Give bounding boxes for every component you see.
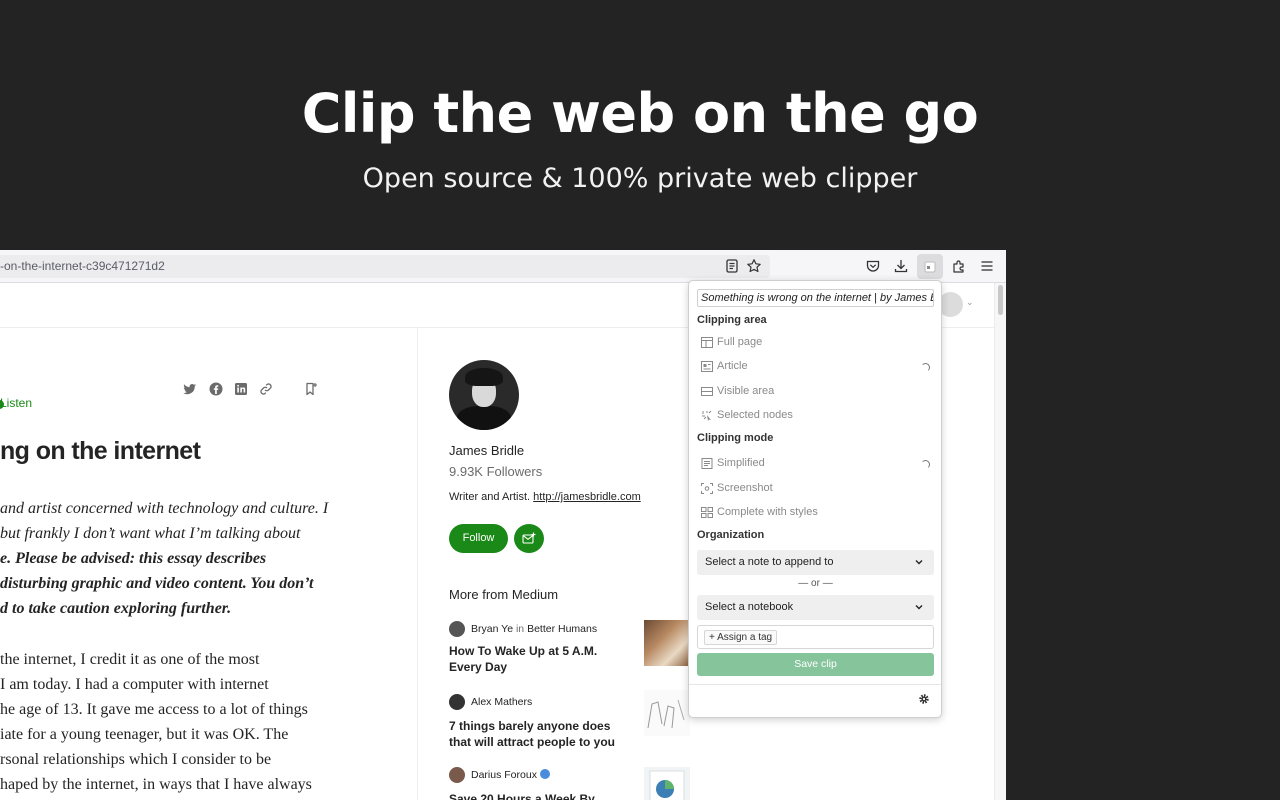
hero-subtitle: Open source & 100% private web clipper: [362, 163, 918, 194]
column-divider: [417, 328, 418, 800]
intro-line: and artist concerned with technology and…: [0, 500, 329, 517]
rec-author: Darius Foroux: [471, 769, 550, 781]
option-complete-with-styles[interactable]: Complete with styles: [701, 504, 931, 522]
full-page-icon: [701, 337, 713, 348]
complete-styles-icon: [701, 507, 713, 518]
verified-badge-icon: [539, 769, 550, 779]
option-selected-nodes[interactable]: Selected nodes: [701, 407, 931, 425]
option-visible-area[interactable]: Visible area: [701, 383, 931, 401]
link-icon[interactable]: [258, 381, 274, 397]
scrollbar-thumb[interactable]: [998, 285, 1003, 315]
pocket-icon[interactable]: [865, 258, 881, 274]
body-line: haped by the internet, in ways that I ha…: [0, 776, 312, 793]
loading-spinner-icon: [921, 363, 930, 372]
hero-title: Clip the web on the go: [301, 82, 979, 145]
reader-view-icon[interactable]: [724, 258, 740, 274]
notebook-select[interactable]: Select a notebook: [697, 595, 934, 620]
follower-count[interactable]: 9.93K Followers: [449, 464, 542, 479]
linkedin-icon[interactable]: [233, 381, 249, 397]
intro-line: but frankly I don’t want what I’m talkin…: [0, 525, 301, 542]
body-line: the internet, I credit it as one of the …: [0, 651, 260, 668]
rec-thumbnail[interactable]: [644, 690, 690, 736]
append-note-select[interactable]: Select a note to append to: [697, 550, 934, 575]
screenshot-icon: [701, 483, 713, 494]
menu-icon[interactable]: [979, 258, 995, 274]
option-full-page[interactable]: Full page: [701, 334, 931, 352]
visible-area-icon: [701, 386, 713, 397]
tag-input[interactable]: + Assign a tag: [697, 625, 934, 649]
rec-thumbnail[interactable]: [644, 620, 690, 666]
or-separator: — or —: [798, 578, 833, 589]
body-line: I am today. I had a computer with intern…: [0, 676, 269, 693]
chevron-down-icon: [914, 602, 924, 612]
rec-title[interactable]: 7 things barely anyone does that will at…: [449, 718, 627, 750]
author-avatar: [449, 694, 465, 710]
page-scrollbar[interactable]: [994, 283, 1006, 800]
rec-thumbnail[interactable]: [644, 767, 690, 800]
body-line: he age of 13. It gave me access to a lot…: [0, 701, 308, 718]
loading-spinner-icon: [921, 460, 930, 469]
clip-title-input[interactable]: Something is wrong on the internet | by …: [697, 289, 934, 307]
option-simplified[interactable]: Simplified: [701, 455, 931, 473]
twitter-icon[interactable]: [182, 381, 198, 397]
url-text: -on-the-internet-c39c471271d2: [0, 259, 165, 273]
rec-author: Alex Mathers: [471, 696, 533, 708]
save-bookmark-icon[interactable]: [303, 381, 319, 397]
body-line: iate for a young teenager, but it was OK…: [0, 726, 289, 743]
option-article[interactable]: Article: [701, 358, 931, 376]
mail-plus-icon: [522, 532, 536, 544]
append-note-placeholder: Select a note to append to: [705, 556, 834, 568]
author-avatar[interactable]: [449, 360, 519, 430]
web-clipper-popup: Something is wrong on the internet | by …: [688, 280, 942, 718]
subscribe-email-button[interactable]: [514, 524, 544, 553]
organization-heading: Organization: [697, 529, 765, 541]
chevron-down-icon: [914, 557, 924, 567]
author-name[interactable]: James Bridle: [449, 443, 524, 458]
author-avatar: [449, 767, 465, 783]
rec-author: Bryan Ye in Better Humans: [471, 623, 598, 635]
simplified-icon: [701, 458, 713, 469]
clipping-area-heading: Clipping area: [697, 314, 767, 326]
notebook-placeholder: Select a notebook: [705, 601, 794, 613]
author-avatar: [449, 621, 465, 637]
article-icon: [701, 361, 713, 372]
more-from-heading: More from Medium: [449, 587, 559, 602]
clipper-extension-icon: [922, 259, 938, 275]
save-clip-button[interactable]: Save clip: [697, 653, 934, 676]
article-title: ng on the internet: [0, 437, 201, 465]
assign-tag-button[interactable]: + Assign a tag: [704, 630, 778, 645]
intro-line: e. Please be advised: this essay describ…: [0, 550, 267, 567]
selected-nodes-icon: [701, 410, 713, 421]
rec-title[interactable]: How To Wake Up at 5 A.M. Every Day: [449, 643, 627, 675]
follow-button[interactable]: Follow: [449, 524, 508, 553]
intro-line: d to take caution exploring further.: [0, 600, 232, 617]
listen-button[interactable]: Listen: [0, 396, 32, 410]
extensions-icon[interactable]: [951, 258, 967, 274]
download-icon[interactable]: [893, 258, 909, 274]
facebook-icon[interactable]: [208, 381, 224, 397]
clipper-extension-button[interactable]: [917, 254, 943, 279]
bio-link[interactable]: http://jamesbridle.com: [533, 491, 641, 503]
browser-toolbar: -on-the-internet-c39c471271d2: [0, 250, 1006, 283]
intro-line: disturbing graphic and video content. Yo…: [0, 575, 314, 592]
author-bio: Writer and Artist. http://jamesbridle.co…: [449, 491, 641, 503]
clipping-mode-heading: Clipping mode: [697, 432, 774, 444]
address-bar[interactable]: -on-the-internet-c39c471271d2: [0, 255, 770, 278]
popup-divider: [689, 684, 941, 685]
option-screenshot[interactable]: Screenshot: [701, 480, 931, 498]
bio-text: Writer and Artist.: [449, 491, 534, 503]
rec-title[interactable]: Save 20 Hours a Week By: [449, 791, 627, 800]
bookmark-star-icon[interactable]: [746, 258, 762, 274]
body-line: rsonal relationships which I consider to…: [0, 751, 272, 768]
chevron-down-icon[interactable]: ⌄: [966, 298, 974, 308]
article-body: the internet, I credit it as one of the …: [0, 647, 360, 797]
article-intro: and artist concerned with technology and…: [0, 496, 360, 621]
gear-icon[interactable]: [918, 693, 930, 705]
